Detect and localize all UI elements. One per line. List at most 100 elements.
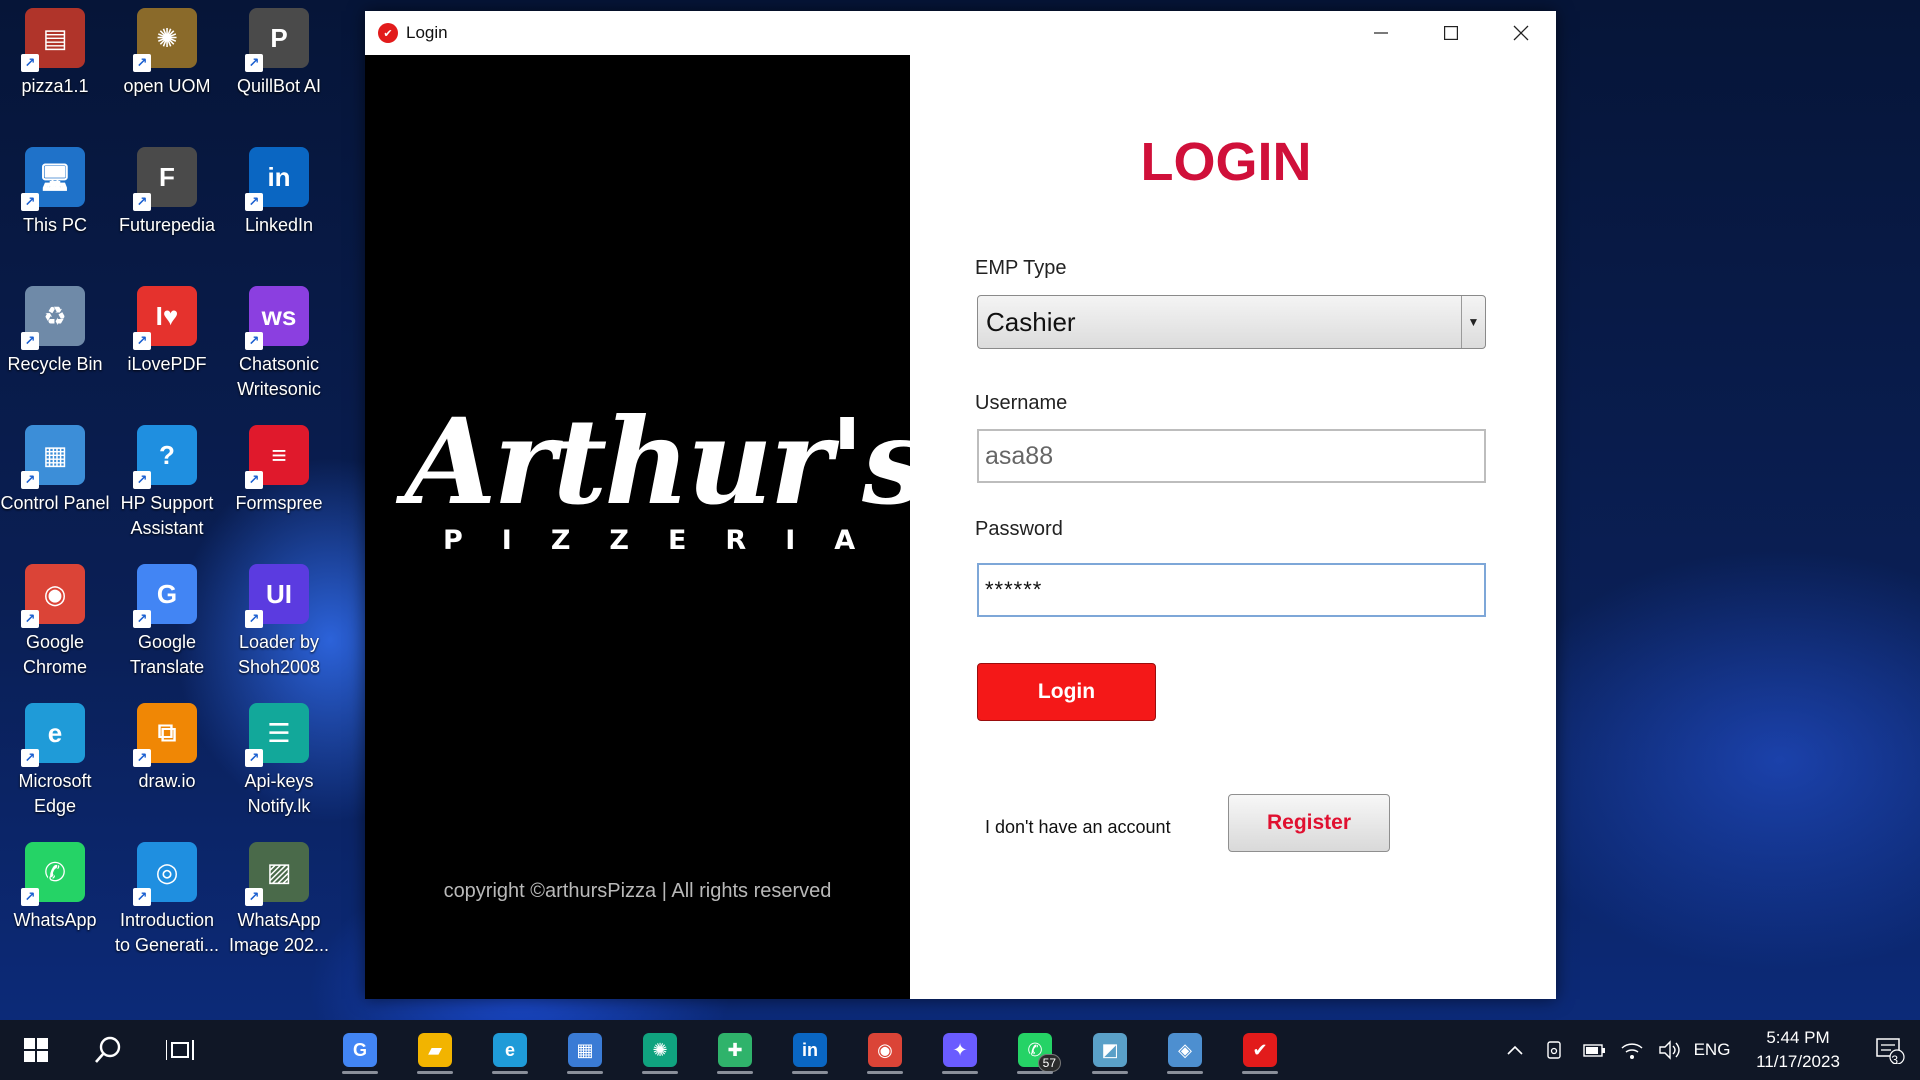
desktop-icon[interactable]: ▦ ↗ Control Panel bbox=[0, 417, 110, 545]
shortcut-arrow-icon: ↗ bbox=[133, 332, 151, 350]
desktop-icon[interactable]: P ↗ QuillBot AI bbox=[224, 0, 334, 128]
app-icon: ws ↗ bbox=[245, 286, 309, 350]
shortcut-arrow-icon: ↗ bbox=[245, 193, 263, 211]
taskbar-app-google-translate[interactable]: G bbox=[332, 1026, 388, 1074]
desktop-icon[interactable]: ⧉ ↗ draw.io bbox=[112, 695, 222, 823]
desktop-icon-label: pizza1.1 bbox=[21, 76, 89, 96]
app-green-blocks-icon: ✚ bbox=[718, 1033, 752, 1067]
login-form: LOGIN EMP Type Cashier ▼ Username asa88 … bbox=[910, 55, 1556, 999]
taskbar-app-microsoft-store[interactable]: ▦ bbox=[557, 1026, 613, 1074]
task-view-icon bbox=[166, 1040, 194, 1060]
taskbar-app-gemini-sparkle[interactable]: ✦ bbox=[932, 1026, 988, 1074]
desktop-icon[interactable]: 🖥 ↗ This PC bbox=[0, 139, 110, 267]
username-field[interactable]: asa88 bbox=[977, 429, 1486, 483]
app-logo-icon: ✔ bbox=[378, 23, 398, 43]
desktop-icon-label: LinkedIn bbox=[244, 215, 314, 235]
notification-count: 3 bbox=[1891, 1053, 1898, 1067]
app-icon: in ↗ bbox=[245, 147, 309, 211]
desktop-icon[interactable]: F ↗ Futurepedia bbox=[112, 139, 222, 267]
taskbar-app-linkedin[interactable]: in bbox=[782, 1026, 838, 1074]
desktop-icon[interactable]: ◎ ↗ Introduction to Generati... bbox=[112, 834, 222, 962]
windows-logo-icon bbox=[24, 1038, 48, 1062]
desktop-icon[interactable]: ☰ ↗ Api-keys Notify.lk bbox=[224, 695, 334, 823]
dropdown-arrow-icon[interactable]: ▼ bbox=[1461, 296, 1485, 348]
desktop-icon-label: This PC bbox=[22, 215, 87, 235]
minimize-button[interactable] bbox=[1346, 11, 1416, 55]
start-button[interactable] bbox=[8, 1026, 64, 1074]
taskbar-app-google-chrome[interactable]: ◉ bbox=[857, 1026, 913, 1074]
meet-now-icon[interactable] bbox=[1540, 1020, 1570, 1080]
shortcut-arrow-icon: ↗ bbox=[245, 749, 263, 767]
wifi-icon[interactable] bbox=[1616, 1020, 1648, 1080]
emp-type-label: EMP Type bbox=[975, 257, 1067, 279]
shortcut-arrow-icon: ↗ bbox=[133, 54, 151, 72]
shortcut-arrow-icon: ↗ bbox=[21, 54, 39, 72]
clock[interactable]: 5:44 PM 11/17/2023 bbox=[1738, 1026, 1858, 1074]
username-value: asa88 bbox=[985, 441, 1054, 470]
app-icon: ☰ ↗ bbox=[245, 703, 309, 767]
password-field[interactable]: ****** bbox=[977, 563, 1486, 617]
taskbar-app-app-green-blocks[interactable]: ✚ bbox=[707, 1026, 763, 1074]
search-icon bbox=[95, 1036, 121, 1063]
app-icon: e ↗ bbox=[21, 703, 85, 767]
clock-date: 11/17/2023 bbox=[1756, 1052, 1840, 1071]
desktop-icon-label: Loader by Shoh2008 bbox=[237, 632, 321, 677]
taskbar-app-pizza-login-app[interactable]: ✔ bbox=[1232, 1026, 1288, 1074]
register-button[interactable]: Register bbox=[1228, 794, 1390, 852]
shortcut-arrow-icon: ↗ bbox=[133, 888, 151, 906]
desktop-icon[interactable]: I♥ ↗ iLovePDF bbox=[112, 278, 222, 406]
task-view-button[interactable] bbox=[152, 1026, 208, 1074]
password-label: Password bbox=[975, 518, 1063, 540]
notifications-button[interactable]: 3 bbox=[1870, 1020, 1910, 1080]
taskbar-app-notes-app[interactable]: ◩ bbox=[1082, 1026, 1138, 1074]
desktop-icon[interactable]: ? ↗ HP Support Assistant bbox=[112, 417, 222, 545]
desktop-icon[interactable]: ♻ ↗ Recycle Bin bbox=[0, 278, 110, 406]
taskbar-app-whatsapp[interactable]: ✆ 57 bbox=[1007, 1026, 1063, 1074]
taskbar-app-chatgpt[interactable]: ✺ bbox=[632, 1026, 688, 1074]
search-button[interactable] bbox=[80, 1026, 136, 1074]
shortcut-arrow-icon: ↗ bbox=[245, 471, 263, 489]
desktop-icon[interactable]: ◉ ↗ Google Chrome bbox=[0, 556, 110, 684]
desktop-icon[interactable]: ≡ ↗ Formspree bbox=[224, 417, 334, 545]
emp-type-select[interactable]: Cashier ▼ bbox=[977, 295, 1486, 349]
running-indicator bbox=[342, 1071, 378, 1074]
desktop-icon-label: Recycle Bin bbox=[7, 354, 103, 374]
taskbar-app-microsoft-edge[interactable]: e bbox=[482, 1026, 538, 1074]
volume-icon[interactable] bbox=[1654, 1020, 1686, 1080]
app-icon: ? ↗ bbox=[133, 425, 197, 489]
desktop-icon-label: iLovePDF bbox=[127, 354, 207, 374]
running-indicator bbox=[1242, 1071, 1278, 1074]
login-button[interactable]: Login bbox=[977, 663, 1156, 721]
battery-icon[interactable] bbox=[1576, 1020, 1610, 1080]
desktop-icon[interactable]: ✆ ↗ WhatsApp bbox=[0, 834, 110, 962]
desktop-icon[interactable]: G ↗ Google Translate bbox=[112, 556, 222, 684]
desktop-icon-label: Introduction to Generati... bbox=[114, 910, 220, 955]
close-button[interactable] bbox=[1486, 11, 1556, 55]
desktop-icon[interactable]: ▨ ↗ WhatsApp Image 202... bbox=[224, 834, 334, 962]
desktop-icon[interactable]: e ↗ Microsoft Edge bbox=[0, 695, 110, 823]
desktop-icon[interactable]: ▤ ↗ pizza1.1 bbox=[0, 0, 110, 128]
desktop-icon[interactable]: ✺ ↗ open UOM bbox=[112, 0, 222, 128]
shortcut-arrow-icon: ↗ bbox=[245, 332, 263, 350]
desktop-icon[interactable]: ws ↗ Chatsonic Writesonic bbox=[224, 278, 334, 406]
app-icon: ✺ ↗ bbox=[133, 8, 197, 72]
app-icon: F ↗ bbox=[133, 147, 197, 211]
app-icon: ≡ ↗ bbox=[245, 425, 309, 489]
shortcut-arrow-icon: ↗ bbox=[245, 888, 263, 906]
username-label: Username bbox=[975, 392, 1068, 414]
taskbar-app-netbeans[interactable]: ◈ bbox=[1157, 1026, 1213, 1074]
system-tray: ENG 5:44 PM 11/17/2023 3 bbox=[1500, 1020, 1920, 1080]
show-hidden-icons-button[interactable] bbox=[1500, 1020, 1530, 1080]
minimize-icon bbox=[1374, 32, 1388, 34]
login-heading: LOGIN bbox=[1140, 132, 1312, 192]
window-titlebar[interactable]: ✔ Login bbox=[365, 11, 1556, 55]
taskbar-app-file-explorer[interactable]: ▰ bbox=[407, 1026, 463, 1074]
microsoft-store-icon: ▦ bbox=[568, 1033, 602, 1067]
gemini-sparkle-icon: ✦ bbox=[943, 1033, 977, 1067]
language-indicator[interactable]: ENG bbox=[1690, 1020, 1734, 1080]
desktop-icon-label: Api-keys Notify.lk bbox=[244, 771, 314, 816]
desktop-icon[interactable]: UI ↗ Loader by Shoh2008 bbox=[224, 556, 334, 684]
app-icon: ▦ ↗ bbox=[21, 425, 85, 489]
desktop-icon[interactable]: in ↗ LinkedIn bbox=[224, 139, 334, 267]
maximize-button[interactable] bbox=[1416, 11, 1486, 55]
